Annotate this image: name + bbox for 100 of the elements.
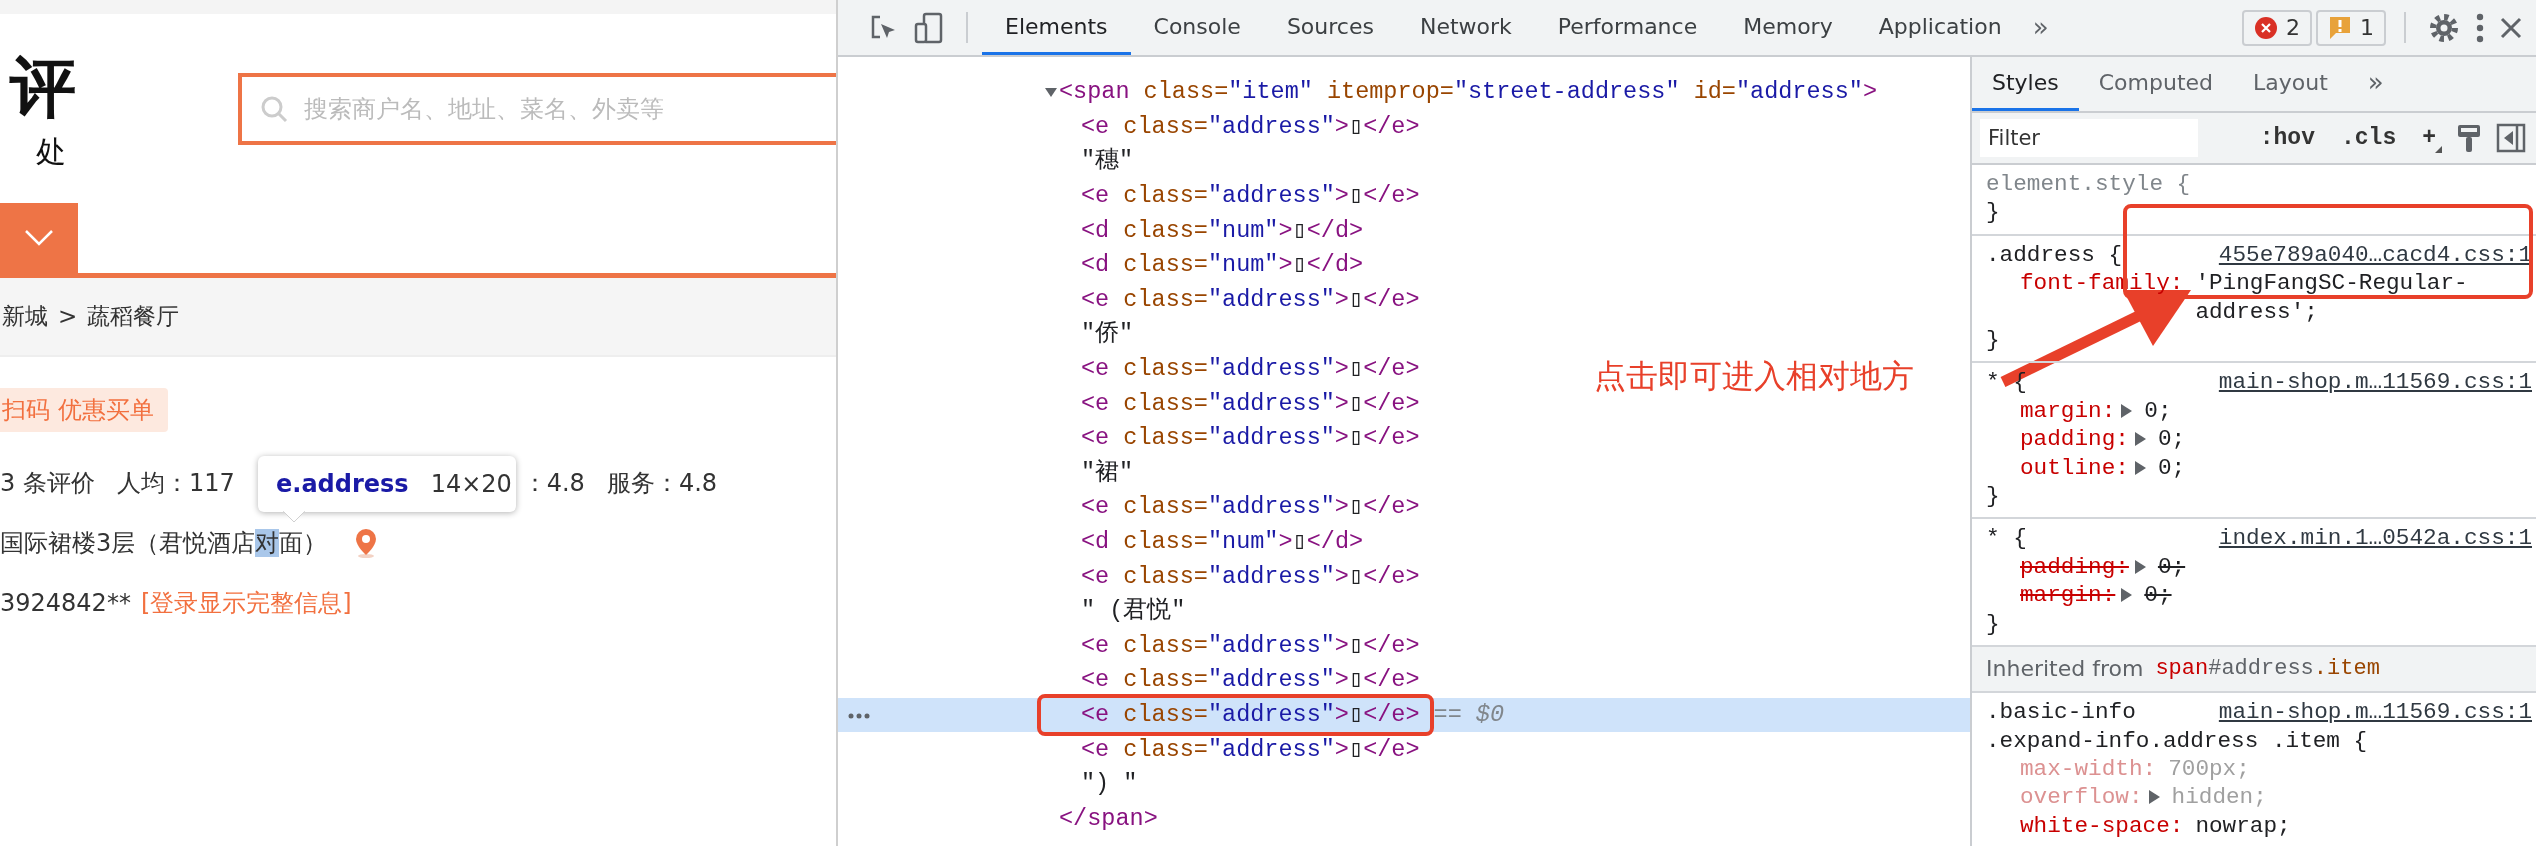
devtools-tab[interactable]: Sources: [1263, 0, 1397, 55]
tree-row[interactable]: <e class="address">▯</e> == $0: [838, 697, 1970, 733]
phone-number: 3924842**: [0, 588, 131, 619]
expanded-triangle-icon[interactable]: [1045, 86, 1057, 99]
code-text: "裙": [1081, 458, 1134, 487]
address-text: 国际裙楼3层（君悦酒店对面）: [0, 528, 328, 559]
map-pin-icon[interactable]: [355, 528, 378, 558]
devtools-tab[interactable]: Console: [1130, 0, 1264, 55]
tree-row[interactable]: <e class="address">▯</e>: [838, 628, 1420, 664]
expand-triangle-icon[interactable]: [2134, 559, 2146, 574]
code-text: <e class="address">▯</e>: [1081, 735, 1420, 764]
closing-brace: }: [1986, 199, 2000, 226]
tree-row[interactable]: <e class="address">▯</e>: [838, 386, 1420, 421]
code-text: <span class="item" itemprop="street-address" id="address">: [1059, 78, 1877, 107]
tree-row[interactable]: <span class="item" itemprop="street-address" id="address">: [838, 75, 1877, 110]
chevron-down-icon: [24, 229, 54, 247]
tree-row[interactable]: "侨": [838, 317, 1134, 352]
expand-triangle-icon[interactable]: [2134, 432, 2146, 447]
css-property: padding:: [2020, 552, 2129, 582]
hover-state-button[interactable]: :hov: [2253, 120, 2321, 156]
inherited-selector[interactable]: span#address.item: [2155, 654, 2380, 684]
css-property: outline:: [2020, 453, 2129, 483]
stylesheet-link[interactable]: main-shop.m…11569.css:1: [2218, 698, 2532, 727]
css-value: hidden;: [2171, 783, 2267, 812]
css-selector: .expand-info.address .item {: [1986, 727, 2368, 754]
code-text: "穗": [1081, 147, 1134, 176]
ellipsis-icon[interactable]: [848, 712, 870, 719]
expand-triangle-icon[interactable]: [2121, 403, 2133, 418]
devtools-tab[interactable]: Application: [1855, 0, 2025, 55]
errors-counter[interactable]: 2: [2242, 9, 2312, 46]
code-text: <e class="address">▯</e>: [1081, 562, 1420, 591]
kebab-menu-icon: [2476, 12, 2484, 43]
filter-field[interactable]: Filter: [1980, 119, 2198, 157]
tree-row[interactable]: <e class="address">▯</e>: [838, 420, 1420, 456]
rating-stat: 服务：4.8: [606, 468, 718, 499]
breadcrumb-link[interactable]: 新城: [2, 299, 48, 334]
stylesheet-link[interactable]: 455e789a040…cacd4.css:1: [2218, 240, 2532, 270]
devtools-tab[interactable]: Memory: [1720, 0, 1856, 55]
dollar-zero-hint: == $0: [1433, 699, 1505, 730]
stylesheet-link[interactable]: index.min.1…0542a.css:1: [2218, 524, 2532, 553]
closing-brace: }: [1986, 610, 2000, 637]
breadcrumb-link[interactable]: 蔬稻餐厅: [87, 299, 180, 334]
annotation-note: 点击即可进入相对地方: [1594, 356, 1914, 397]
devtools-tab[interactable]: Elements: [982, 0, 1131, 55]
paint-roller-icon[interactable]: [2456, 123, 2482, 153]
css-value: 0;: [2144, 581, 2172, 610]
tree-row[interactable]: "穗": [838, 144, 1134, 179]
tree-row[interactable]: "裙": [838, 455, 1134, 491]
tree-row[interactable]: <d class="num">▯</d>: [838, 524, 1364, 560]
tree-row[interactable]: <e class="address">▯</e>: [838, 178, 1420, 214]
tree-row[interactable]: <e class="address">▯</e>: [838, 559, 1420, 594]
expand-triangle-icon[interactable]: [2121, 588, 2133, 603]
stylesheet-link[interactable]: main-shop.m…11569.css:1: [2218, 368, 2532, 397]
new-rule-button[interactable]: +: [2416, 120, 2442, 156]
css-selector: * {: [1986, 524, 2027, 553]
sidebar-toggle-icon[interactable]: [2496, 123, 2526, 153]
tree-row[interactable]: <d class="num">▯</d>: [838, 247, 1364, 283]
logo-text: 评: [10, 52, 77, 124]
css-property: white-space:: [2020, 811, 2184, 841]
rating-stat: 3 条评价: [0, 468, 95, 499]
code-text: <e class="address">▯</e>: [1081, 112, 1420, 141]
tree-row[interactable]: <d class="num">▯</d>: [838, 213, 1364, 248]
tree-row[interactable]: <e class="address">▯</e>: [838, 282, 1420, 318]
code-text: <e class="address">▯</e>: [1081, 424, 1420, 453]
css-value: 0;: [2157, 552, 2186, 582]
more-tabs-button[interactable]: »: [2024, 0, 2057, 55]
code-text: <d class="num">▯</d>: [1081, 216, 1364, 245]
expand-triangle-icon[interactable]: [2134, 460, 2146, 475]
code-text: <d class="num">▯</d>: [1081, 528, 1364, 556]
more-tabs-button[interactable]: »: [2347, 57, 2404, 111]
classes-button[interactable]: .cls: [2334, 120, 2403, 156]
search-box[interactable]: 搜索商户名、地址、菜名、外卖等: [238, 73, 836, 145]
settings-icon: [2428, 11, 2460, 44]
warnings-counter[interactable]: 1: [2316, 9, 2386, 46]
tree-row[interactable]: <e class="address">▯</e>: [838, 663, 1420, 698]
styles-tab[interactable]: Layout: [2233, 57, 2348, 111]
css-selector: .basic-info: [1986, 698, 2136, 727]
tree-row[interactable]: <e class="address">▯</e>: [838, 490, 1420, 525]
tree-row[interactable]: <e class="address">▯</e>: [838, 109, 1420, 145]
close-icon: [2500, 16, 2522, 39]
code-text: <e class="address">▯</e>: [1081, 285, 1420, 314]
tree-row[interactable]: <e class="address">▯</e>: [838, 732, 1420, 767]
devtools-tab[interactable]: Network: [1396, 0, 1535, 55]
css-property: overflow:: [2020, 783, 2143, 812]
tree-row[interactable]: " (君悦": [838, 593, 1186, 629]
search-field[interactable]: 搜索商户名、地址、菜名、外卖等: [302, 90, 836, 128]
code-text: <e class="address">▯</e>: [1081, 631, 1420, 660]
css-property: max-width:: [2020, 754, 2157, 784]
tree-row[interactable]: </span>: [838, 801, 1158, 837]
styles-tab[interactable]: Computed: [2078, 57, 2234, 111]
tree-row[interactable]: ") ": [838, 766, 1138, 802]
devtools-tab[interactable]: Performance: [1534, 0, 1721, 55]
code-text: <e class="address">▯</e>: [1081, 493, 1420, 522]
expand-triangle-icon[interactable]: [2148, 790, 2160, 805]
code-text: ") ": [1081, 770, 1138, 799]
tree-row[interactable]: <e class="address">▯</e>: [838, 351, 1420, 387]
code-text: <e class="address">▯</e>: [1081, 182, 1420, 211]
css-property: margin:: [2020, 396, 2116, 426]
device-icon: [914, 11, 944, 44]
tooltip-size: 14×20: [430, 469, 512, 500]
